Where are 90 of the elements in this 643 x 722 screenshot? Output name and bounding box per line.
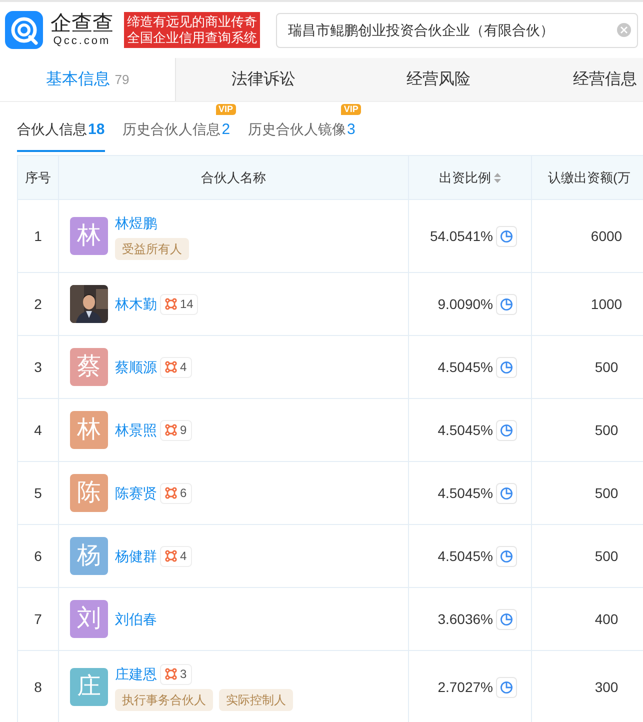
relation-count-badge[interactable]: 14 (160, 294, 198, 314)
role-tag: 实际控制人 (219, 688, 293, 710)
row-number: 4 (34, 420, 42, 440)
network-icon (165, 361, 177, 373)
partner-name-link[interactable]: 庄建恩 (115, 664, 157, 684)
pie-chart-button[interactable] (496, 294, 517, 314)
avatar: 蔡 (70, 348, 108, 386)
subscribed-amount: 300 (594, 678, 618, 696)
relation-count-badge[interactable]: 4 (160, 546, 192, 566)
subtab[interactable]: 历史合伙人镜像3 (248, 118, 356, 152)
subscribed-amount: 1000 (590, 294, 622, 314)
pie-chart-icon (500, 424, 513, 436)
share-ratio: 4.5045% (438, 484, 493, 502)
column-header: 序号 (25, 168, 51, 187)
pie-chart-icon (500, 360, 513, 374)
share-ratio: 4.5045% (438, 420, 493, 440)
share-ratio: 4.5045% (438, 358, 493, 376)
avatar: 庄 (70, 668, 108, 706)
pie-chart-icon (500, 230, 513, 242)
pie-chart-button[interactable] (496, 608, 517, 630)
subscribed-amount: 500 (594, 358, 618, 376)
pie-chart-button[interactable] (496, 356, 517, 378)
pie-chart-icon (500, 298, 513, 310)
subtab[interactable]: 合伙人信息18 (17, 118, 105, 152)
network-icon (165, 487, 177, 499)
pie-chart-button[interactable] (496, 420, 517, 440)
row-number: 7 (34, 610, 42, 628)
pie-chart-icon (500, 680, 513, 694)
subscribed-amount: 500 (594, 484, 618, 502)
partner-name-link[interactable]: 林木勤 (115, 294, 157, 314)
partner-name-link[interactable]: 林煜鹏 (115, 212, 157, 234)
avatar: 刘 (70, 600, 108, 638)
subscribed-amount: 500 (594, 546, 618, 566)
row-number: 3 (34, 358, 42, 376)
row-number: 6 (34, 546, 42, 566)
search-field[interactable]: 瑞昌市鲲鹏创业投资合伙企业（有限合伙） (276, 12, 638, 48)
logo-icon (5, 11, 43, 49)
avatar: 林 (70, 217, 108, 255)
avatar: 林 (70, 411, 108, 449)
subscribed-amount: 500 (594, 420, 618, 440)
share-ratio: 3.6036% (438, 610, 493, 628)
pie-chart-button[interactable] (496, 546, 517, 566)
pie-chart-button[interactable] (496, 226, 517, 246)
slogan-line: 全国企业信用查询系统 (127, 30, 257, 46)
row-number: 2 (34, 294, 42, 314)
pie-chart-icon (500, 550, 513, 562)
network-icon (165, 668, 177, 680)
vip-badge: VIP (216, 104, 236, 114)
role-tag: 执行事务合伙人 (115, 688, 213, 710)
pie-chart-button[interactable] (496, 482, 517, 504)
pie-chart-icon (500, 612, 513, 626)
network-icon (165, 424, 177, 436)
vip-badge: VIP (340, 104, 362, 114)
partner-name-link[interactable]: 杨健群 (115, 546, 157, 566)
subscribed-amount: 6000 (590, 226, 622, 246)
relation-count-badge[interactable]: 3 (160, 664, 192, 684)
tab[interactable]: 法律诉讼 (176, 58, 351, 101)
partner-name-link[interactable]: 林景照 (115, 420, 157, 440)
relation-count-badge[interactable]: 6 (160, 482, 192, 504)
row-number: 5 (34, 484, 42, 502)
share-ratio: 4.5045% (438, 546, 493, 566)
partner-name-link[interactable]: 刘伯春 (115, 608, 157, 630)
relation-count-badge[interactable]: 9 (160, 420, 192, 440)
column-header: 出资比例 (439, 168, 491, 187)
share-ratio: 2.7027% (438, 678, 493, 696)
pie-chart-button[interactable] (496, 676, 517, 698)
role-tag: 受益所有人 (115, 238, 189, 260)
pie-chart-icon (500, 486, 513, 500)
avatar: 陈 (70, 474, 108, 512)
column-header: 认缴出资额(万 (548, 168, 630, 187)
row-number: 8 (34, 678, 42, 696)
subscribed-amount: 400 (594, 610, 618, 628)
share-ratio: 9.0090% (438, 294, 493, 314)
sort-icon[interactable] (494, 172, 501, 182)
logo-domain: Qcc.com (53, 36, 111, 47)
avatar: 杨 (70, 537, 108, 575)
column-header: 合伙人名称 (201, 168, 266, 187)
network-icon (165, 550, 177, 562)
relation-count-badge[interactable]: 4 (160, 356, 192, 378)
network-icon (165, 298, 177, 310)
tab[interactable]: 经营信息 (526, 58, 643, 101)
share-ratio: 54.0541% (430, 226, 493, 246)
tab[interactable]: 经营风险 (351, 58, 526, 101)
partner-name-link[interactable]: 陈赛贤 (115, 482, 157, 504)
slogan-line: 缔造有远见的商业传奇 (127, 14, 257, 30)
subtab[interactable]: 历史合伙人信息2 (122, 118, 230, 152)
row-number: 1 (34, 226, 42, 246)
logo-text: 企查查 (50, 13, 114, 34)
partner-name-link[interactable]: 蔡顺源 (115, 356, 157, 378)
tab[interactable]: 基本信息 79 (0, 58, 176, 101)
